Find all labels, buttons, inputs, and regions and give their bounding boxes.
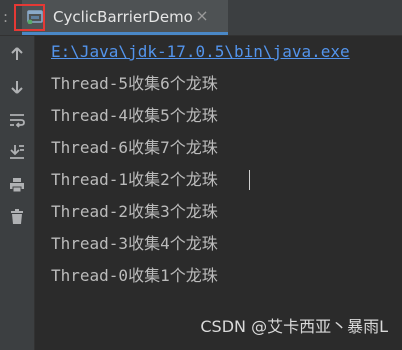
scroll-up-button[interactable] [7,44,27,64]
console-toolbar [0,36,34,350]
watermark: CSDN @艾卡西亚丶暴雨L [200,317,388,336]
scroll-down-button[interactable] [7,77,27,97]
scroll-to-end-icon [10,145,24,159]
run-console-icon [27,10,43,24]
output-line: Thread-4收集5个龙珠 [51,106,218,125]
scroll-to-end-button[interactable] [7,142,27,162]
print-button[interactable] [7,175,27,195]
tab-title: CyclicBarrierDemo [53,8,193,26]
java-command-link[interactable]: E:\Java\jdk-17.0.5\bin\java.exe [51,42,350,62]
arrow-up-icon [11,47,23,60]
soft-wrap-icon [10,114,25,128]
output-line: Thread-0收集1个龙珠 [51,266,218,285]
output-line: Thread-5收集6个龙珠 [51,74,218,93]
tab-overflow-marker: : [3,8,9,26]
output-line: Thread-3收集4个龙珠 [51,234,218,253]
soft-wrap-button[interactable] [7,110,27,130]
arrow-down-icon [11,81,23,94]
output-line: Thread-1收集2个龙珠 [51,170,218,189]
text-caret [249,170,250,190]
close-icon[interactable]: × [193,6,211,26]
active-tab-indicator [22,32,228,35]
editor-tab-bar: : CyclicBarrierDemo × [0,0,402,36]
console-output[interactable]: E:\Java\jdk-17.0.5\bin\java.exe Thread-5… [35,36,402,350]
clear-all-button[interactable] [7,207,27,227]
output-line: Thread-6收集7个龙珠 [51,138,218,157]
output-line: Thread-2收集3个龙珠 [51,202,218,221]
trash-icon [11,209,23,224]
print-icon [10,178,24,193]
